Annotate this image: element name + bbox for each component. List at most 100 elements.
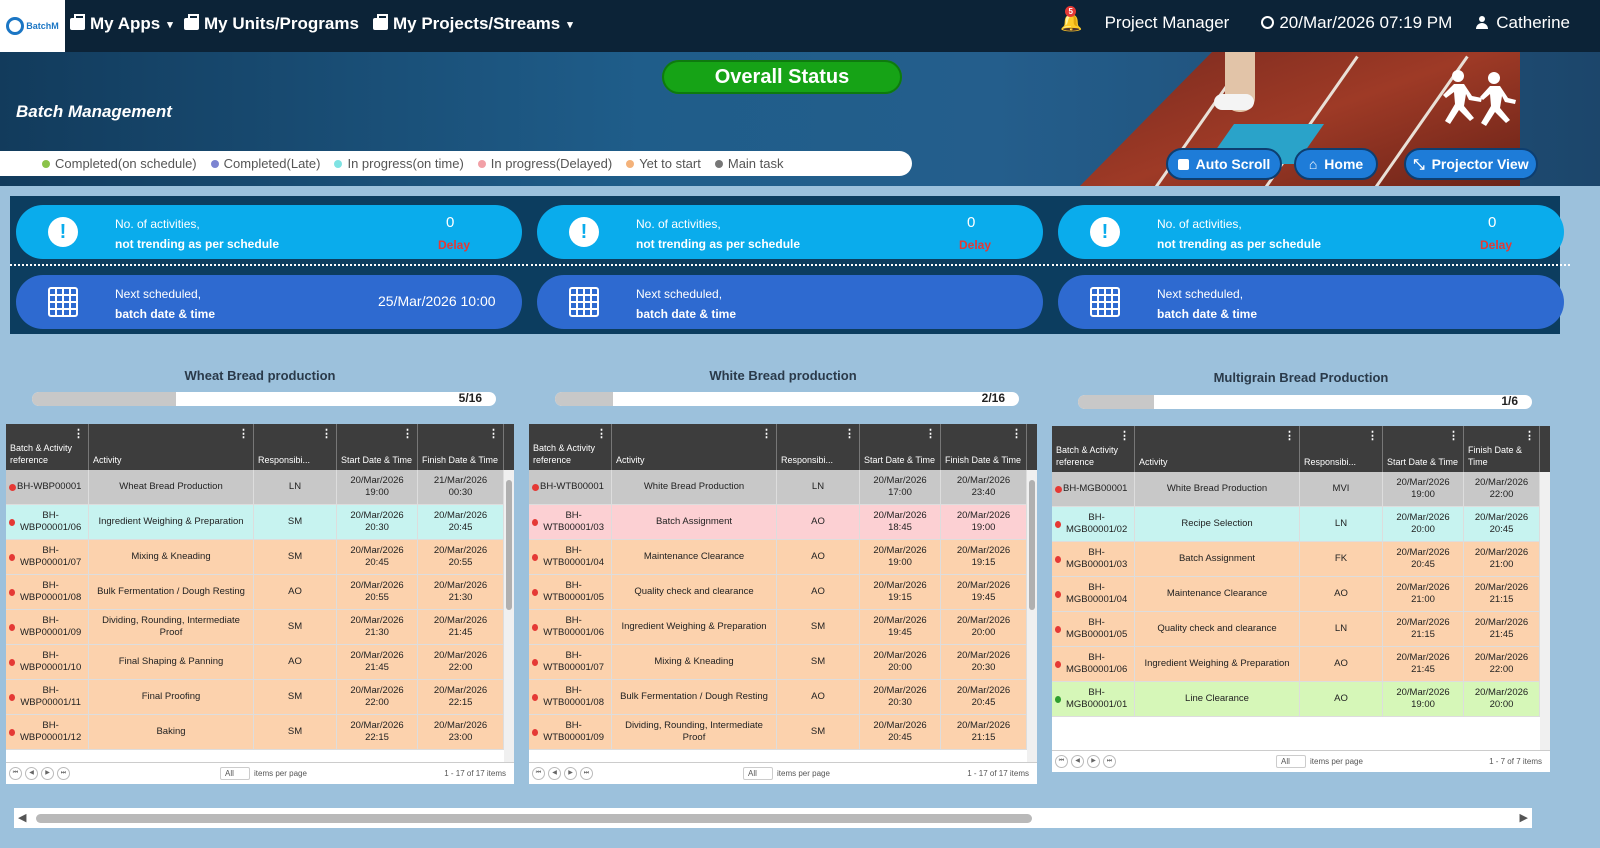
column-menu-icon[interactable]: ⋮ xyxy=(402,428,413,440)
table-row[interactable]: BH-WTB00001/03 Batch Assignment AO 20/Mar/2… xyxy=(529,505,1037,540)
column-header[interactable]: Finish Date & Time ⋮ xyxy=(941,424,1027,470)
first-page-icon[interactable]: ⏮ xyxy=(532,767,545,780)
table-row[interactable]: BH-WBP00001/07 Mixing & Kneading SM 20/Mar/… xyxy=(6,540,514,575)
table-row[interactable]: BH-WBP00001/11 Final Proofing SM 20/Mar/202… xyxy=(6,680,514,715)
table-row[interactable]: BH-WTB00001/09 Dividing, Rounding, Interm… xyxy=(529,715,1037,750)
table-row[interactable]: BH-WBP00001/10 Final Shaping & Panning AO 2… xyxy=(6,645,514,680)
table-row[interactable]: BH-WTB00001/06 Ingredient Weighing & Prep… xyxy=(529,610,1037,645)
column-header[interactable]: Responsibi... ⋮ xyxy=(1300,426,1383,472)
home-button[interactable]: ⌂ Home xyxy=(1294,148,1378,180)
table-row[interactable]: BH-MGB00001 White Bread Production MVI 20/M… xyxy=(1052,472,1550,507)
table-row[interactable]: BH-WTB00001/07 Mixing & Kneading SM 20/Mar/… xyxy=(529,645,1037,680)
column-header[interactable]: Activity ⋮ xyxy=(1135,426,1300,472)
menu-my-units-programs[interactable]: My Units/Programs xyxy=(184,14,359,34)
table-row[interactable]: BH-MGB00001/06 Ingredient Weighing & Prep… xyxy=(1052,647,1550,682)
scroll-right-icon[interactable]: ▶ xyxy=(1520,811,1528,824)
prev-page-icon[interactable]: ◀ xyxy=(548,767,561,780)
user-menu[interactable]: Catherine xyxy=(1476,13,1570,33)
column-menu-icon[interactable]: ⋮ xyxy=(1448,430,1459,442)
items-per-page-select[interactable]: All xyxy=(1276,755,1306,768)
last-page-icon[interactable]: ⏭ xyxy=(57,767,70,780)
menu-my-apps[interactable]: My Apps ▾ xyxy=(70,14,173,34)
column-menu-icon[interactable]: ⋮ xyxy=(321,428,332,440)
column-menu-icon[interactable]: ⋮ xyxy=(73,428,84,440)
table-row[interactable]: BH-WBP00001/12 Baking SM 20/Mar/2026 22:15 2… xyxy=(6,715,514,750)
table-row[interactable]: BH-WBP00001/09 Dividing, Rounding, Interm… xyxy=(6,610,514,645)
table-row[interactable]: BH-WTB00001/05 Quality check and clearanc… xyxy=(529,575,1037,610)
column-menu-icon[interactable]: ⋮ xyxy=(1367,430,1378,442)
vertical-scrollbar[interactable] xyxy=(504,470,514,762)
cell-activity: Mixing & Kneading xyxy=(89,540,254,574)
horizontal-scrollbar[interactable]: ◀ ▶ xyxy=(14,808,1532,828)
first-page-icon[interactable]: ⏮ xyxy=(9,767,22,780)
auto-scroll-toggle[interactable]: Auto Scroll xyxy=(1166,148,1282,180)
table-row[interactable]: BH-WBP00001/06 Ingredient Weighing & Prep… xyxy=(6,505,514,540)
scroll-left-icon[interactable]: ◀ xyxy=(18,811,26,824)
menu-my-projects-streams[interactable]: My Projects/Streams ▾ xyxy=(373,14,573,34)
vertical-scrollbar[interactable] xyxy=(1027,470,1037,762)
column-menu-icon[interactable]: ⋮ xyxy=(925,428,936,440)
overall-status-button[interactable]: Overall Status xyxy=(662,60,902,94)
table-row[interactable]: BH-WBP00001 Wheat Bread Production LN 20/Ma… xyxy=(6,470,514,505)
table-row[interactable]: BH-WTB00001 White Bread Production LN 20/Ma… xyxy=(529,470,1037,505)
column-menu-icon[interactable]: ⋮ xyxy=(596,428,607,440)
next-page-icon[interactable]: ▶ xyxy=(564,767,577,780)
column-header[interactable]: Start Date & Time ⋮ xyxy=(337,424,418,470)
first-page-icon[interactable]: ⏮ xyxy=(1055,755,1068,768)
column-header[interactable]: Batch & Activity reference ⋮ xyxy=(6,424,89,470)
column-header[interactable]: Batch & Activity reference ⋮ xyxy=(529,424,612,470)
cell-activity: Wheat Bread Production xyxy=(89,470,254,504)
table-row[interactable]: BH-MGB00001/02 Recipe Selection LN 20/Mar/2… xyxy=(1052,507,1550,542)
table-row[interactable]: BH-MGB00001/01 Line Clearance AO 20/Mar/202… xyxy=(1052,682,1550,717)
table-row[interactable]: BH-WTB00001/08 Bulk Fermentation / Dough … xyxy=(529,680,1037,715)
column-menu-icon[interactable]: ⋮ xyxy=(1011,428,1022,440)
column-header[interactable]: Finish Date & Time ⋮ xyxy=(418,424,504,470)
column-header[interactable]: Activity ⋮ xyxy=(89,424,254,470)
vertical-scrollbar[interactable] xyxy=(1540,472,1550,750)
column-header[interactable]: Start Date & Time ⋮ xyxy=(1383,426,1464,472)
column-menu-icon[interactable]: ⋮ xyxy=(488,428,499,440)
notification-bell-icon[interactable]: 🔔 5 xyxy=(1060,6,1083,33)
column-menu-icon[interactable]: ⋮ xyxy=(1524,430,1535,442)
column-menu-icon[interactable]: ⋮ xyxy=(761,428,772,440)
column-header[interactable]: Finish Date & Time ⋮ xyxy=(1464,426,1540,472)
status-dot-icon xyxy=(9,658,16,666)
next-page-icon[interactable]: ▶ xyxy=(41,767,54,780)
table-row[interactable]: BH-MGB00001/05 Quality check and clearanc… xyxy=(1052,612,1550,647)
items-per-page: All items per page xyxy=(220,767,307,780)
column-header[interactable]: Responsibi... ⋮ xyxy=(777,424,860,470)
scrollbar-thumb[interactable] xyxy=(506,480,512,610)
column-header-label: Start Date & Time xyxy=(1387,457,1459,467)
scrollbar-thumb[interactable] xyxy=(1029,480,1035,610)
last-page-icon[interactable]: ⏭ xyxy=(580,767,593,780)
cell-finish: 20/Mar/2026 19:45 xyxy=(941,575,1027,609)
column-header[interactable]: Responsibi... ⋮ xyxy=(254,424,337,470)
next-page-icon[interactable]: ▶ xyxy=(1087,755,1100,768)
table-row[interactable]: BH-MGB00001/03 Batch Assignment FK 20/Mar/2… xyxy=(1052,542,1550,577)
prev-page-icon[interactable]: ◀ xyxy=(25,767,38,780)
checkbox-icon[interactable] xyxy=(1177,158,1189,170)
table-row[interactable]: BH-WBP00001/08 Bulk Fermentation / Dough … xyxy=(6,575,514,610)
shrink-icon: ⤡ xyxy=(1413,155,1425,172)
table-row[interactable]: BH-WTB00001/04 Maintenance Clearance AO 20/… xyxy=(529,540,1037,575)
items-per-page-select[interactable]: All xyxy=(743,767,773,780)
home-icon: ⌂ xyxy=(1308,156,1318,172)
column-menu-icon[interactable]: ⋮ xyxy=(238,428,249,440)
app-logo[interactable]: BatchM xyxy=(0,0,65,52)
legend-dot-icon xyxy=(334,159,343,168)
column-header[interactable]: Activity ⋮ xyxy=(612,424,777,470)
prev-page-icon[interactable]: ◀ xyxy=(1071,755,1084,768)
column-header[interactable]: Batch & Activity reference ⋮ xyxy=(1052,426,1135,472)
column-menu-icon[interactable]: ⋮ xyxy=(1119,430,1130,442)
scrollbar-thumb[interactable] xyxy=(36,814,1032,823)
column-menu-icon[interactable]: ⋮ xyxy=(1284,430,1295,442)
table-row[interactable]: BH-MGB00001/04 Maintenance Clearance AO 20/… xyxy=(1052,577,1550,612)
cell-responsibility: SM xyxy=(777,715,860,749)
column-header[interactable]: Start Date & Time ⋮ xyxy=(860,424,941,470)
last-page-icon[interactable]: ⏭ xyxy=(1103,755,1116,768)
projector-view-button[interactable]: ⤡ Projector View xyxy=(1404,148,1538,180)
items-per-page-select[interactable]: All xyxy=(220,767,250,780)
column-menu-icon[interactable]: ⋮ xyxy=(844,428,855,440)
status-dot-icon xyxy=(9,588,16,596)
user-role: Project Manager xyxy=(1104,12,1230,32)
